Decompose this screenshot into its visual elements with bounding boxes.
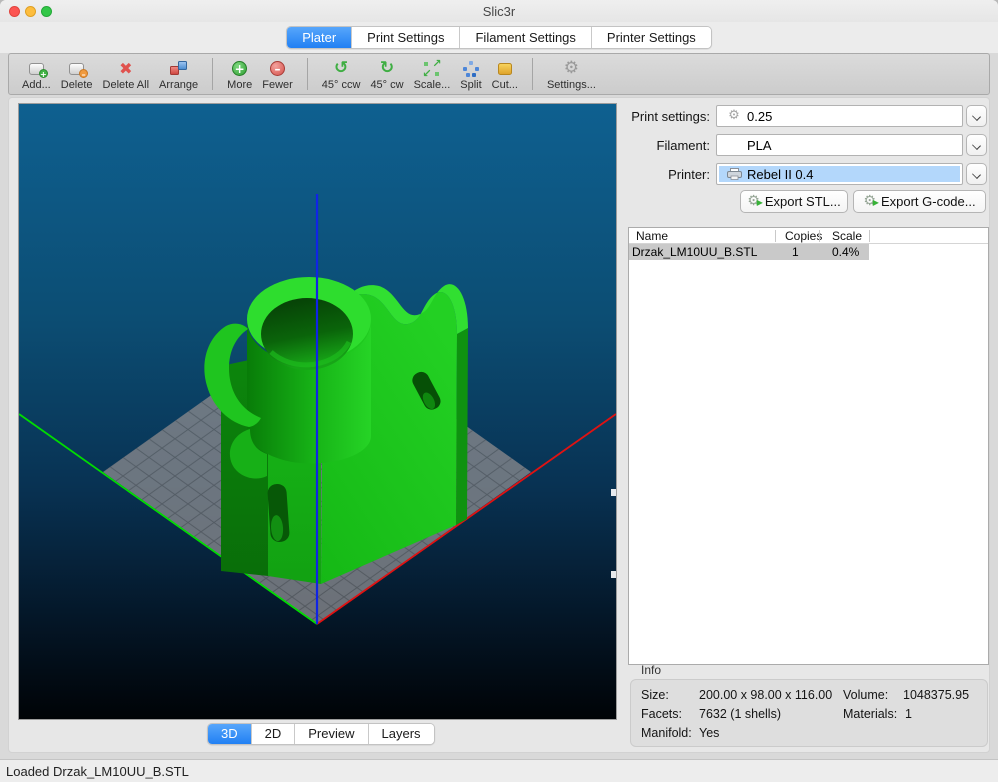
- printer-label: Printer:: [600, 167, 710, 182]
- print-settings-combo[interactable]: ⚙0.25: [716, 105, 963, 127]
- delete-button[interactable]: – Delete: [56, 54, 98, 92]
- window-title: Slic3r: [0, 4, 998, 19]
- delete-object-icon: –: [69, 58, 84, 79]
- printer-value: Rebel II 0.4: [747, 167, 814, 182]
- status-bar: Loaded Drzak_LM10UU_B.STL: [0, 759, 998, 782]
- tab-filament-settings[interactable]: Filament Settings: [460, 27, 591, 48]
- 3d-viewport[interactable]: [18, 103, 617, 720]
- arrange-button[interactable]: Arrange: [154, 54, 203, 92]
- viewtab-2d[interactable]: 2D: [252, 724, 296, 744]
- gear-icon: ⚙: [724, 109, 744, 123]
- size-value: 200.00 x 98.00 x 116.00: [699, 688, 832, 702]
- viewtab-preview[interactable]: Preview: [295, 724, 368, 744]
- column-header-copies[interactable]: Copies: [785, 229, 822, 243]
- slic3r-window: Slic3r Plater Print Settings Filament Se…: [0, 0, 998, 782]
- plater-toolbar: + Add... – Delete ✖ Delete All Arrange +…: [8, 53, 990, 95]
- split-button[interactable]: Split: [455, 54, 486, 92]
- arrange-icon: [169, 58, 189, 79]
- printer-icon: [724, 168, 744, 180]
- info-group-title: Info: [641, 663, 661, 677]
- scale-icon: ↗↙: [422, 58, 441, 79]
- scale-button[interactable]: ↗↙ Scale...: [409, 54, 456, 92]
- rotate-ccw-button[interactable]: ↺ 45° ccw: [317, 54, 366, 92]
- materials-label: Materials:: [843, 707, 897, 721]
- facets-value: 7632 (1 shells): [699, 707, 781, 721]
- column-header-name[interactable]: Name: [636, 229, 668, 243]
- more-copies-icon: +: [232, 58, 247, 79]
- more-button[interactable]: + More: [222, 54, 257, 92]
- split-icon: [462, 58, 480, 79]
- size-label: Size:: [641, 688, 669, 702]
- facets-label: Facets:: [641, 707, 682, 721]
- export-stl-button[interactable]: ⚙▶ Export STL...: [740, 190, 848, 213]
- object-row-selected[interactable]: Drzak_LM10UU_B.STL 1 0.4%: [629, 244, 988, 260]
- filament-value: PLA: [747, 138, 772, 153]
- delete-all-button[interactable]: ✖ Delete All: [98, 54, 154, 92]
- toolbar-separator: [532, 58, 533, 90]
- volume-label: Volume:: [843, 688, 888, 702]
- add-button[interactable]: + Add...: [17, 54, 56, 92]
- object-scale-cell: 0.4%: [832, 245, 859, 259]
- tab-printer-settings[interactable]: Printer Settings: [592, 27, 711, 48]
- view-mode-tabs: 3D 2D Preview Layers: [207, 723, 435, 745]
- main-tabs: Plater Print Settings Filament Settings …: [286, 26, 712, 49]
- cut-button[interactable]: Cut...: [487, 54, 523, 92]
- toolbar-separator: [212, 58, 213, 90]
- toolbar-separator: [307, 58, 308, 90]
- print-settings-dropdown-button[interactable]: [966, 105, 987, 127]
- filament-label: Filament:: [600, 138, 710, 153]
- manifold-value: Yes: [699, 726, 719, 740]
- object-copies-cell: 1: [792, 245, 799, 259]
- status-message: Loaded Drzak_LM10UU_B.STL: [6, 764, 189, 779]
- viewport-edge-mark: [611, 489, 616, 496]
- main-tab-strip: Plater Print Settings Filament Settings …: [0, 22, 998, 53]
- print-settings-label: Print settings:: [600, 109, 710, 124]
- manifold-label: Manifold:: [641, 726, 692, 740]
- export-gear-icon: ⚙▶: [863, 194, 876, 209]
- export-gcode-button[interactable]: ⚙▶ Export G-code...: [853, 190, 986, 213]
- fewer-button[interactable]: – Fewer: [257, 54, 298, 92]
- settings-button[interactable]: ⚙ Settings...: [542, 54, 601, 92]
- tab-plater[interactable]: Plater: [287, 27, 352, 48]
- object-list: Name Copies Scale Drzak_LM10UU_B.STL 1 0…: [628, 227, 989, 665]
- viewport-edge-mark: [611, 571, 616, 578]
- add-object-icon: +: [29, 58, 44, 79]
- volume-value: 1048375.95: [903, 688, 969, 702]
- cut-icon: [498, 58, 512, 79]
- settings-gear-icon: ⚙: [564, 58, 579, 79]
- fewer-copies-icon: –: [270, 58, 285, 79]
- rotate-cw-icon: ↻: [380, 58, 394, 79]
- 3d-scene: [19, 104, 616, 719]
- rotate-cw-button[interactable]: ↻ 45° cw: [365, 54, 408, 92]
- column-header-scale[interactable]: Scale: [832, 229, 862, 243]
- chevron-down-icon: [972, 170, 981, 179]
- chevron-down-icon: [972, 112, 981, 121]
- filament-dropdown-button[interactable]: [966, 134, 987, 156]
- tab-print-settings[interactable]: Print Settings: [352, 27, 460, 48]
- export-gear-icon: ⚙▶: [747, 194, 760, 209]
- print-settings-value: 0.25: [747, 109, 772, 124]
- title-bar: Slic3r: [0, 0, 998, 22]
- rotate-ccw-icon: ↺: [334, 58, 348, 79]
- delete-all-icon: ✖: [119, 58, 132, 79]
- viewtab-layers[interactable]: Layers: [369, 724, 434, 744]
- filament-combo[interactable]: PLA: [716, 134, 963, 156]
- materials-value: 1: [905, 707, 912, 721]
- object-name-cell: Drzak_LM10UU_B.STL: [632, 245, 757, 259]
- viewtab-3d[interactable]: 3D: [208, 724, 252, 744]
- printer-combo[interactable]: Rebel II 0.4: [716, 163, 963, 185]
- chevron-down-icon: [972, 141, 981, 150]
- object-list-header: Name Copies Scale: [629, 228, 988, 244]
- printer-dropdown-button[interactable]: [966, 163, 987, 185]
